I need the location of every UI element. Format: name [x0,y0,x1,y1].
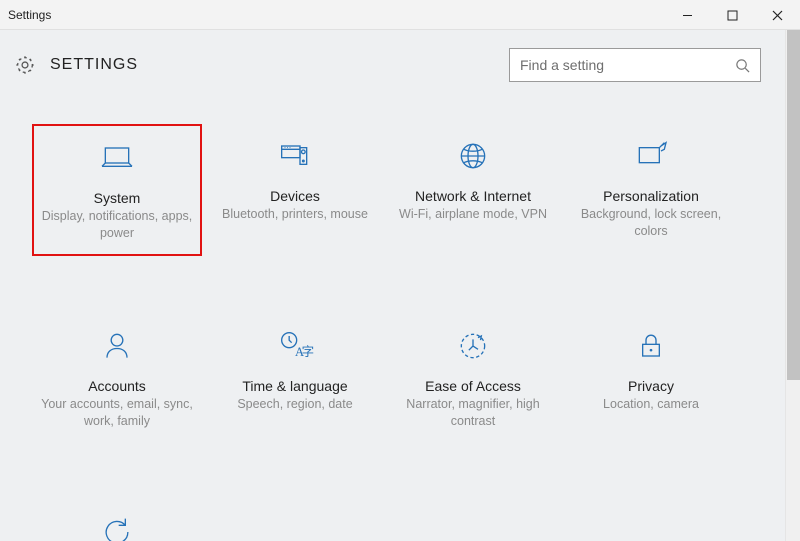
window-title: Settings [8,8,51,22]
tile-title: Devices [216,188,374,204]
tile-subtitle: Wi-Fi, airplane mode, VPN [394,206,552,223]
tile-subtitle: Narrator, magnifier, high contrast [394,396,552,430]
tile-accounts[interactable]: Accounts Your accounts, email, sync, wor… [32,314,202,442]
search-icon [735,58,750,73]
category-grid: System Display, notifications, apps, pow… [14,124,761,541]
header-row: SETTINGS Find a setting [14,48,761,82]
tile-title: Ease of Access [394,378,552,394]
page-title: SETTINGS [50,56,138,74]
tile-subtitle: Your accounts, email, sync, work, family [38,396,196,430]
tile-network[interactable]: Network & Internet Wi-Fi, airplane mode,… [388,124,558,256]
minimize-button[interactable] [665,0,710,30]
tile-title: Privacy [572,378,730,394]
time-language-icon: A字 [216,324,374,368]
laptop-icon [40,136,194,180]
tile-subtitle: Bluetooth, printers, mouse [216,206,374,223]
window-controls [665,0,800,29]
titlebar: Settings [0,0,800,30]
scroll-thumb[interactable] [787,30,800,380]
ease-of-access-icon [394,324,552,368]
tile-system[interactable]: System Display, notifications, apps, pow… [32,124,202,256]
globe-icon [394,134,552,178]
vertical-scrollbar[interactable] [785,30,800,541]
tile-subtitle: Display, notifications, apps, power [40,208,194,242]
gear-icon [14,54,36,76]
tile-update-security[interactable]: Update & security [32,500,202,541]
tile-title: Accounts [38,378,196,394]
tile-title: Network & Internet [394,188,552,204]
devices-icon [216,134,374,178]
tile-title: Time & language [216,378,374,394]
search-input[interactable]: Find a setting [509,48,761,82]
tile-subtitle: Location, camera [572,396,730,413]
tile-ease-of-access[interactable]: Ease of Access Narrator, magnifier, high… [388,314,558,442]
svg-text:字: 字 [302,344,315,359]
tile-personalization[interactable]: Personalization Background, lock screen,… [566,124,736,256]
tile-privacy[interactable]: Privacy Location, camera [566,314,736,442]
lock-icon [572,324,730,368]
tile-subtitle: Speech, region, date [216,396,374,413]
update-icon [38,510,196,541]
close-button[interactable] [755,0,800,30]
tile-time-language[interactable]: A字 Time & language Speech, region, date [210,314,380,442]
tile-title: Personalization [572,188,730,204]
person-icon [38,324,196,368]
tile-title: System [40,190,194,206]
tile-subtitle: Background, lock screen, colors [572,206,730,240]
settings-content: SETTINGS Find a setting System Display, … [0,30,785,541]
maximize-button[interactable] [710,0,755,30]
personalization-icon [572,134,730,178]
tile-devices[interactable]: Devices Bluetooth, printers, mouse [210,124,380,256]
search-placeholder: Find a setting [520,57,604,73]
